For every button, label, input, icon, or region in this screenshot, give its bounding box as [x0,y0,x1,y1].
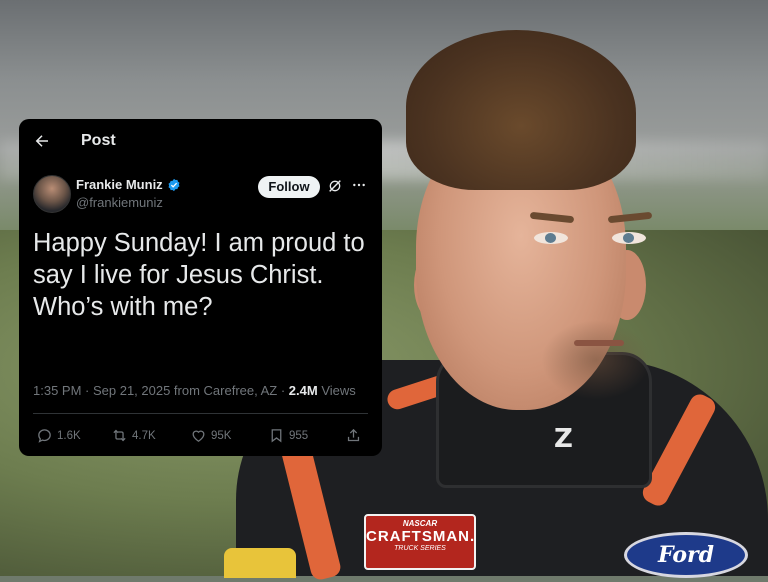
repost-button[interactable]: 4.7K [111,427,156,444]
mouth [574,340,624,346]
ford-logo: Ford [624,532,748,578]
reply-button[interactable]: 1.6K [36,427,81,444]
author-name-row: Frankie Muniz [76,177,181,192]
arrow-left-icon[interactable] [33,132,51,150]
bookmark-count: 955 [289,429,309,442]
stubble [541,320,651,400]
patch-line-1: NASCAR [402,519,438,528]
action-bar: 1.6K 4.7K 95K 955 [19,423,382,449]
post-header: Post [19,119,382,165]
tweet-meta: 1:35 PM · Sep 21, 2025 from Carefree, AZ… [33,383,356,398]
collar-logo: Z [554,424,573,454]
tweet-card: Post Frankie Muniz @frankiemuniz Follow … [19,119,382,456]
tweet-text: Happy Sunday! I am proud to say I live f… [33,229,365,321]
reply-count: 1.6K [57,429,81,442]
right-eye [612,232,646,244]
heart-icon [192,430,205,442]
grok-icon[interactable] [327,178,343,194]
more-options-icon[interactable] [351,177,367,193]
hair [406,30,636,190]
author-handle[interactable]: @frankiemuniz [76,195,163,210]
author-display-name[interactable]: Frankie Muniz [76,177,163,192]
page-title: Post [81,132,116,149]
avatar[interactable] [33,175,71,213]
like-count: 95K [211,429,232,442]
share-button[interactable] [345,427,362,444]
bookmark-icon [271,429,282,443]
sponsor-patch-yellow [224,548,296,578]
like-button[interactable]: 95K [190,427,231,444]
divider [33,413,368,414]
views-count: 2.4M [288,383,318,398]
repost-icon [113,429,126,442]
nascar-craftsman-patch: NASCAR CRAFTSMAN. TRUCK SERIES [364,514,476,570]
verified-badge-icon [168,178,180,191]
views-label: Views [317,383,356,398]
repost-count: 4.7K [132,429,156,442]
bookmark-button[interactable]: 955 [268,427,308,444]
patch-line-3: TRUCK SERIES [394,545,446,552]
patch-line-2: CRAFTSMAN. [366,528,476,545]
share-icon [347,428,360,442]
follow-button[interactable]: Follow [258,176,320,198]
tweet-timestamp-location[interactable]: 1:35 PM · Sep 21, 2025 from Carefree, AZ… [33,383,289,398]
left-eye [534,232,568,244]
reply-icon [38,429,51,443]
